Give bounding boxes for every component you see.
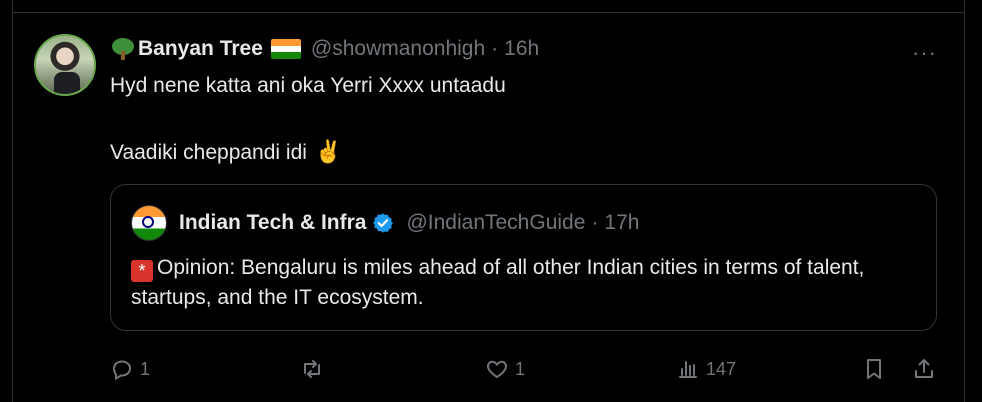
quoted-separator-dot: · (591, 211, 599, 234)
quoted-tweet-text: Opinion: Bengaluru is miles ahead of all… (131, 256, 865, 309)
tweet-actions: 1 1 147 (110, 352, 940, 386)
india-flag-icon (270, 39, 301, 59)
timeline-border-right (964, 0, 965, 402)
share-button[interactable] (912, 352, 942, 386)
author-handle[interactable]: @showmanonhigh (311, 37, 485, 61)
tweet-timestamp[interactable]: 16h (504, 37, 539, 61)
tweet-text-line2-container: Vaadiki cheppandi idi ✌️ (110, 138, 342, 167)
author-name[interactable]: Banyan Tree (138, 37, 263, 61)
quoted-author-handle: @IndianTechGuide (406, 211, 586, 234)
bookmark-button[interactable] (862, 352, 892, 386)
retweet-button[interactable] (300, 352, 330, 386)
quoted-tweet-card[interactable]: Indian Tech & Infra @IndianTechGuide · 1… (110, 184, 937, 331)
reply-count: 1 (140, 358, 151, 379)
tree-icon (110, 37, 136, 61)
quoted-author-avatar (131, 205, 167, 241)
siren-icon: * (131, 260, 153, 282)
reply-button[interactable]: 1 (110, 352, 150, 386)
quoted-author-name: Indian Tech & Infra (179, 211, 367, 234)
like-count: 1 (515, 358, 526, 379)
like-icon (486, 360, 508, 379)
tweet-divider (12, 12, 965, 13)
timeline-border-left (12, 0, 13, 402)
tweet-header: Banyan Tree @showmanonhigh · 16h (110, 36, 539, 62)
like-button[interactable]: 1 (485, 352, 525, 386)
retweet-icon (304, 360, 320, 378)
views-icon (679, 361, 697, 378)
views-button[interactable]: 147 (676, 352, 736, 386)
separator-dot: · (491, 37, 499, 60)
more-icon[interactable]: ··· (912, 40, 937, 66)
verified-icon (373, 213, 394, 233)
share-icon (915, 359, 933, 378)
reply-icon (112, 360, 132, 381)
quoted-tweet-header: Indian Tech & Infra @IndianTechGuide · 1… (131, 205, 640, 241)
victory-hand-icon: ✌️ (314, 139, 343, 164)
quoted-tweet-text-block: * Opinion: Bengaluru is miles ahead of al… (131, 253, 921, 313)
quoted-timestamp: 17h (604, 211, 640, 234)
author-avatar[interactable] (34, 34, 96, 96)
tweet-text-line2: Vaadiki cheppandi idi (110, 141, 307, 164)
tweet-text-line1: Hyd nene katta ani oka Yerri Xxxx untaad… (110, 74, 506, 97)
view-count: 147 (706, 358, 737, 379)
bookmark-icon (867, 359, 881, 379)
